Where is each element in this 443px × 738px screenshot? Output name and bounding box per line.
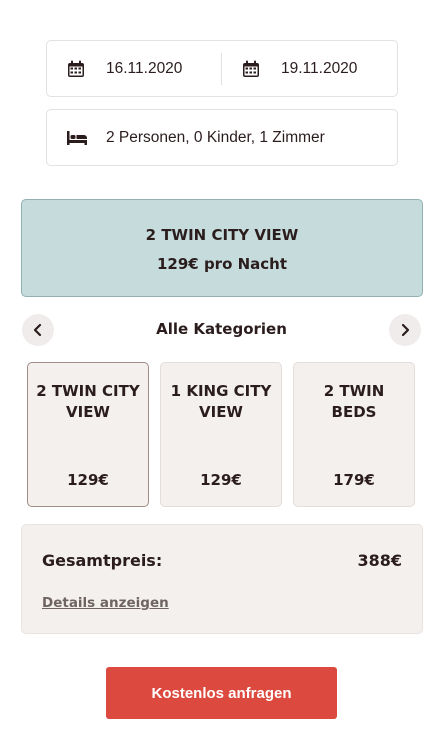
selected-room-banner: 2 TWIN CITY VIEW 129€ pro Nacht: [21, 199, 423, 297]
selected-room-name: 2 TWIN CITY VIEW: [145, 226, 299, 244]
departure-date: 19.11.2020: [281, 60, 358, 77]
room-card-price: 129€: [200, 471, 242, 489]
show-details-link[interactable]: Details anzeigen: [42, 594, 169, 612]
room-card-name: 1 KING CITY VIEW: [170, 382, 272, 421]
calendar-icon: [243, 60, 259, 77]
room-card-price: 179€: [333, 471, 375, 489]
selected-room-price: 129€ pro Nacht: [156, 255, 288, 273]
date-range-field: 16.11.2020 19.11.2020: [46, 40, 398, 97]
calendar-icon: [68, 60, 84, 77]
chevron-right-icon: [401, 323, 410, 337]
price-summary: Gesamtpreis: 388€ Details anzeigen: [21, 524, 423, 634]
room-card[interactable]: 2 TWIN BEDS 179€: [293, 362, 415, 507]
arrival-date-field[interactable]: 16.11.2020: [47, 41, 221, 96]
total-price-value: 388€: [357, 551, 402, 570]
room-card[interactable]: 1 KING CITY VIEW 129€: [160, 362, 282, 507]
room-card-price: 129€: [67, 471, 109, 489]
guests-field[interactable]: 2 Personen, 0 Kinder, 1 Zimmer: [46, 109, 398, 166]
guests-summary: 2 Personen, 0 Kinder, 1 Zimmer: [106, 129, 325, 146]
room-card-name: 2 TWIN BEDS: [323, 382, 385, 421]
categories-title: Alle Kategorien: [156, 320, 287, 338]
bed-icon: [67, 131, 87, 145]
request-button[interactable]: Kostenlos anfragen: [106, 667, 337, 719]
room-card-name: 2 TWIN CITY VIEW: [36, 382, 140, 421]
departure-date-field[interactable]: 19.11.2020: [222, 41, 398, 96]
arrival-date: 16.11.2020: [106, 60, 183, 77]
next-category-button[interactable]: [389, 314, 421, 346]
total-price-label: Gesamtpreis:: [42, 551, 163, 570]
room-card[interactable]: 2 TWIN CITY VIEW 129€: [27, 362, 149, 507]
